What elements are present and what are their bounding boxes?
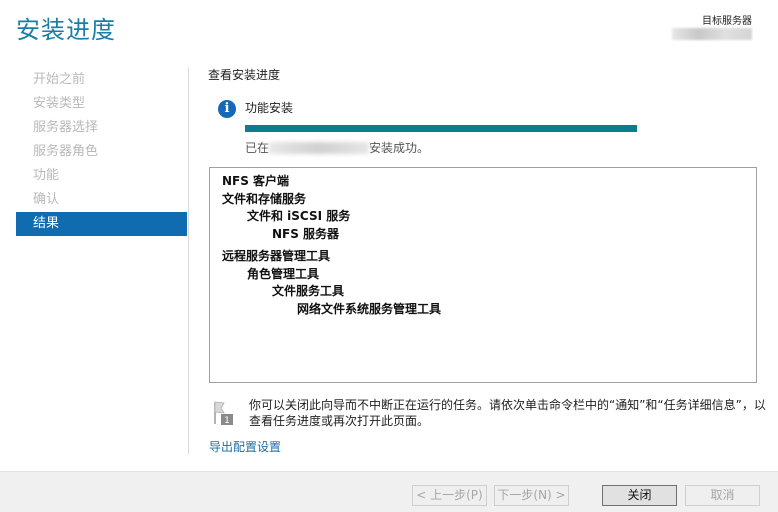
- server-name-redacted: [269, 142, 370, 154]
- svg-text:1: 1: [224, 416, 230, 426]
- install-status: 已在 安装成功。: [245, 139, 429, 156]
- feature-list-item: 角色管理工具: [247, 266, 320, 281]
- nav-item-installation-type[interactable]: 安装类型: [16, 92, 187, 116]
- info-icon: i: [218, 100, 236, 118]
- feature-list-item: 文件服务工具: [272, 284, 345, 298]
- target-server-value-redacted: [672, 28, 752, 40]
- install-progress-fill: [245, 125, 637, 132]
- section-title: 查看安装进度: [208, 68, 281, 82]
- feature-installation-title: 功能安装: [245, 101, 294, 115]
- nav-item-features[interactable]: 功能: [16, 164, 187, 188]
- feature-list-item: 远程服务器管理工具: [222, 249, 331, 263]
- feature-list-item: NFS 服务器: [272, 226, 340, 241]
- feature-list-item: 网络文件系统服务管理工具: [297, 301, 442, 316]
- close-button[interactable]: 关闭: [602, 485, 677, 506]
- cancel-button[interactable]: 取消: [685, 485, 760, 506]
- export-configuration-link[interactable]: 导出配置设置: [209, 438, 281, 455]
- wizard-nav: 开始之前 安装类型 服务器选择 服务器角色 功能 确认 结果: [16, 68, 187, 236]
- close-wizard-note: 你可以关闭此向导而不中断正在运行的任务。请依次单击命令栏中的“通知”和“任务详细…: [249, 398, 766, 428]
- nav-item-server-roles[interactable]: 服务器角色: [16, 140, 187, 164]
- nav-item-confirmation[interactable]: 确认: [16, 188, 187, 212]
- nav-item-results[interactable]: 结果: [16, 212, 187, 236]
- install-progress-bar: [245, 125, 637, 132]
- previous-button[interactable]: < 上一步(P): [412, 485, 487, 506]
- sidebar-divider: [188, 68, 189, 454]
- status-suffix: 安装成功。: [369, 141, 430, 155]
- wizard-footer: < 上一步(P) 下一步(N) > 关闭 取消: [0, 471, 778, 512]
- target-server-label: 目标服务器: [702, 16, 752, 27]
- status-prefix: 已在: [245, 141, 270, 155]
- feature-list-item: 文件和 iSCSI 服务: [247, 209, 351, 223]
- notification-flag-icon: 1: [214, 401, 233, 426]
- page-title: 安装进度: [16, 16, 116, 44]
- installed-features-list[interactable]: NFS 客户端文件和存储服务文件和 iSCSI 服务 NFS 服务器远程服务器管理…: [209, 167, 757, 383]
- feature-list-item: 文件和存储服务: [222, 191, 307, 206]
- nav-item-before-you-begin[interactable]: 开始之前: [16, 68, 187, 92]
- next-button[interactable]: 下一步(N) >: [494, 485, 569, 506]
- feature-list-item: NFS 客户端: [222, 174, 290, 188]
- nav-item-server-selection[interactable]: 服务器选择: [16, 116, 187, 140]
